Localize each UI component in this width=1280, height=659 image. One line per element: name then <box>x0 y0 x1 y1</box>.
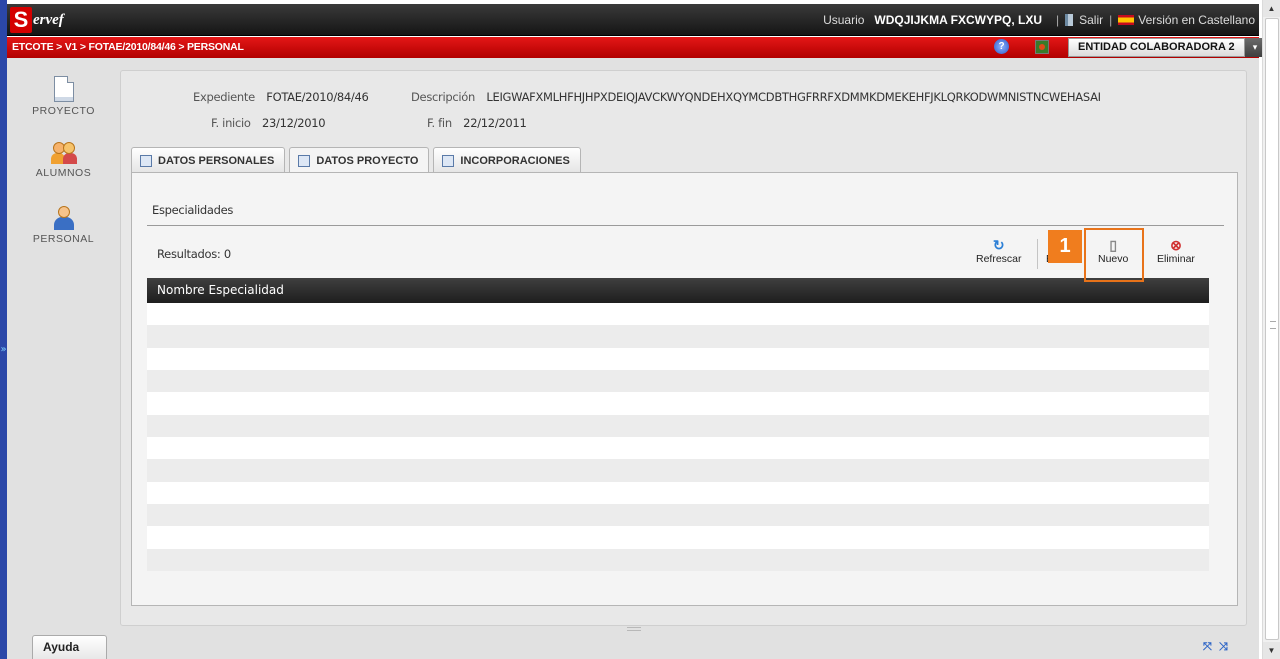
empty-grid-row <box>147 481 1209 504</box>
refresh-button[interactable]: ↻ Refrescar <box>976 237 1022 265</box>
sidebar-item-label: PROYECTO <box>32 105 95 117</box>
app-logo[interactable]: S ervef <box>10 7 64 33</box>
empty-grid-row <box>147 459 1209 482</box>
tab-label: DATOS PERSONALES <box>158 154 275 167</box>
spain-flag-icon[interactable] <box>1118 15 1135 25</box>
resize-handle[interactable] <box>627 627 641 631</box>
vertical-scrollbar[interactable]: ▲ ▼ <box>1262 0 1280 659</box>
collapse-expand-icon[interactable]: ⤧ ⤨ <box>1203 641 1230 654</box>
tab-label: DATOS PROYECTO <box>316 155 419 167</box>
tab-bar: DATOS PERSONALES DATOS PROYECTO INCORPOR… <box>131 147 585 174</box>
descripcion-value: LEIGWAFXMLHFHJHPXDEIQJAVCKWYQNDEHXQYMCDB… <box>486 90 1101 104</box>
tab-datos-proyecto[interactable]: DATOS PROYECTO <box>289 147 430 174</box>
edit-document-icon <box>140 154 152 167</box>
separator: | <box>1055 13 1060 27</box>
tab-datos-personales[interactable]: DATOS PERSONALES <box>131 147 286 173</box>
empty-grid-row <box>147 503 1209 527</box>
empty-grid-row <box>147 526 1209 549</box>
logo-text: ervef <box>33 11 64 28</box>
finicio-field: F. inicio 23/12/2010 <box>211 116 326 130</box>
results-count: Resultados: 0 <box>157 247 231 261</box>
language-link[interactable]: Versión en Castellano <box>1138 13 1255 27</box>
scroll-down-icon[interactable]: ▼ <box>1263 642 1280 659</box>
expediente-label: Expediente <box>193 90 255 104</box>
sidebar-item-personal[interactable]: PERSONAL <box>7 206 120 245</box>
ffin-label: F. fin <box>427 116 452 130</box>
document-icon <box>53 76 74 102</box>
left-collapse-strip[interactable]: » <box>0 0 7 659</box>
person-icon <box>53 206 75 230</box>
delete-label: Eliminar <box>1157 253 1195 265</box>
logo-letter: S <box>10 7 32 33</box>
expediente-value: FOTAE/2010/84/46 <box>266 90 369 104</box>
delete-button[interactable]: ⊗ Eliminar <box>1157 237 1195 265</box>
scroll-thumb[interactable] <box>1265 18 1279 640</box>
toolbar-divider <box>1037 239 1038 269</box>
list-document-icon <box>298 155 311 167</box>
exit-door-icon[interactable] <box>1065 14 1074 26</box>
user-name: WDQJIJKMA FXCWYPQ, LXU <box>874 13 1042 27</box>
empty-grid-row <box>147 325 1209 348</box>
section-title: Especialidades <box>152 203 234 217</box>
sidebar-item-label: ALUMNOS <box>35 167 92 179</box>
sidebar-item-alumnos[interactable]: ALUMNOS <box>7 142 120 179</box>
sidebar: PROYECTO ALUMNOS PERSONAL <box>7 58 120 628</box>
top-bar: S ervef Usuario WDQJIJKMA FXCWYPQ, LXU |… <box>7 4 1259 36</box>
empty-grid-row <box>147 436 1209 460</box>
help-icon[interactable]: ? <box>994 39 1009 54</box>
ffin-value: 22/12/2011 <box>463 116 527 130</box>
breadcrumb: ETCOTE > V1 > FOTAE/2010/84/46 > PERSONA… <box>12 41 244 53</box>
entity-select[interactable]: ENTIDAD COLABORADORA 2 <box>1068 38 1245 57</box>
empty-grid-row <box>147 414 1209 437</box>
logout-link[interactable]: Salir <box>1079 13 1103 27</box>
tab-incorporaciones[interactable]: INCORPORACIONES <box>433 147 581 173</box>
sidebar-item-proyecto[interactable]: PROYECTO <box>7 76 120 117</box>
separator: | <box>1109 13 1113 27</box>
main-area: PROYECTO ALUMNOS PERSONAL Expediente FOT… <box>7 58 1259 659</box>
grid-header: Nombre Especialidad <box>147 278 1209 303</box>
empty-grid-row <box>147 548 1209 571</box>
empty-grid-row <box>147 347 1209 370</box>
grid-body <box>147 303 1209 571</box>
user-label: Usuario <box>823 13 865 27</box>
expediente-field: Expediente FOTAE/2010/84/46 <box>193 90 369 104</box>
finicio-label: F. inicio <box>211 116 251 130</box>
refresh-icon: ↻ <box>992 237 1005 253</box>
delete-icon: ⊗ <box>1170 237 1182 253</box>
students-icon <box>50 142 77 164</box>
empty-grid-row <box>147 392 1209 415</box>
help-tab[interactable]: Ayuda <box>32 635 107 659</box>
step-callout-highlight <box>1084 228 1144 282</box>
section-divider <box>147 225 1224 226</box>
empty-grid-row <box>147 369 1209 393</box>
step-callout-number: 1 <box>1048 230 1082 263</box>
expand-left-icon[interactable]: » <box>0 344 7 356</box>
sidebar-item-label: PERSONAL <box>32 233 95 245</box>
grip-icon <box>1270 321 1276 329</box>
scroll-up-icon[interactable]: ▲ <box>1263 0 1280 17</box>
entity-icon[interactable] <box>1035 40 1049 54</box>
empty-grid-row <box>147 303 1209 326</box>
finicio-value: 23/12/2010 <box>261 116 326 130</box>
app-window: » S ervef Usuario WDQJIJKMA FXCWYPQ, LXU… <box>0 0 1280 659</box>
tab-label: INCORPORACIONES <box>460 154 570 167</box>
ffin-field: F. fin 22/12/2011 <box>427 116 527 130</box>
user-area: Usuario WDQJIJKMA FXCWYPQ, LXU | Salir |… <box>823 4 1255 36</box>
refresh-label: Refrescar <box>976 253 1022 265</box>
descripcion-label: Descripción <box>411 90 476 104</box>
column-header-nombre-especialidad[interactable]: Nombre Especialidad <box>157 283 284 297</box>
table-icon <box>442 154 455 167</box>
descripcion-field: Descripción LEIGWAFXMLHFHJHPXDEIQJAVCKWY… <box>411 90 1101 104</box>
breadcrumb-bar: ETCOTE > V1 > FOTAE/2010/84/46 > PERSONA… <box>7 37 1265 58</box>
content-panel: Expediente FOTAE/2010/84/46 Descripción … <box>120 70 1247 626</box>
